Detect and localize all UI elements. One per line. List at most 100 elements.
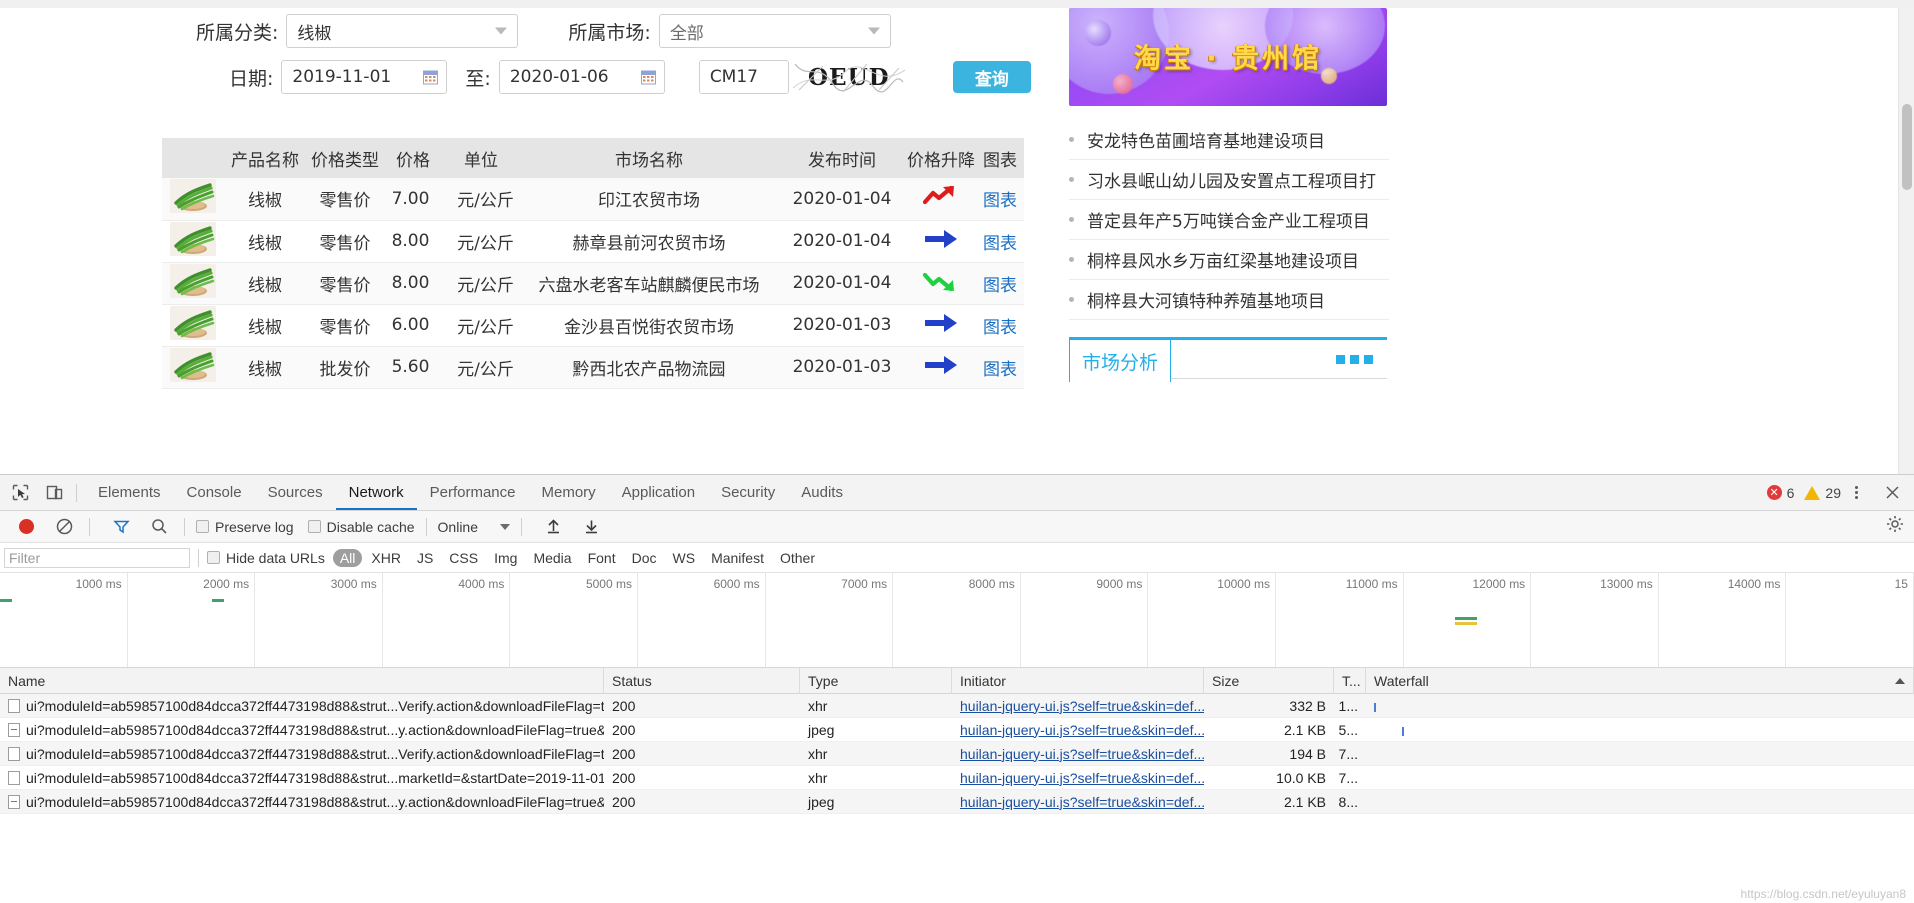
inspect-element-icon[interactable] <box>6 479 34 507</box>
chart-link[interactable]: 图表 <box>983 276 1017 296</box>
devtools-tab-memory[interactable]: Memory <box>529 475 609 510</box>
devtools-tab-network[interactable]: Network <box>336 475 417 510</box>
devtools-tab-elements[interactable]: Elements <box>85 475 174 510</box>
devtools-tab-performance[interactable]: Performance <box>417 475 529 510</box>
disable-cache-checkbox[interactable]: Disable cache <box>307 519 415 535</box>
record-button[interactable] <box>12 513 40 541</box>
news-list-item[interactable]: 普定县年产5万吨镁合金产业工程项目 <box>1069 200 1389 240</box>
chart-link[interactable]: 图表 <box>983 234 1017 254</box>
table-row[interactable]: 线椒 批发价 5.60 元/公斤 黔西北农产品物流园 2020-01-03 图表 <box>162 346 1024 389</box>
request-row[interactable]: ui?moduleId=ab59857100d84dcca372ff447319… <box>0 766 1914 790</box>
devtools-menu-button[interactable] <box>1851 482 1862 503</box>
cell-request-name[interactable]: ui?moduleId=ab59857100d84dcca372ff447319… <box>0 742 604 766</box>
more-button[interactable] <box>1336 340 1387 379</box>
cell-request-name[interactable]: ui?moduleId=ab59857100d84dcca372ff447319… <box>0 718 604 742</box>
price-results-table: 产品名称 价格类型 价格 单位 市场名称 发布时间 价格升降 图表 线椒 零售价 7… <box>162 138 1024 389</box>
header-type[interactable]: Type <box>800 667 952 694</box>
type-filter-js[interactable]: JS <box>410 549 440 567</box>
cell-initiator[interactable]: huilan-jquery-ui.js?self=true&skin=def..… <box>952 694 1204 718</box>
cell-time: 5... <box>1338 721 1358 738</box>
throttling-select[interactable]: Online <box>438 519 510 535</box>
request-row[interactable]: ui?moduleId=ab59857100d84dcca372ff447319… <box>0 742 1914 766</box>
request-row[interactable]: ui?moduleId=ab59857100d84dcca372ff447319… <box>0 694 1914 718</box>
header-size[interactable]: Size <box>1204 667 1334 694</box>
table-row[interactable]: 线椒 零售价 8.00 元/公斤 赫章县前河农贸市场 2020-01-04 图表 <box>162 220 1024 263</box>
news-list-item[interactable]: 桐梓县风水乡万亩红梁基地建设项目 <box>1069 240 1389 280</box>
type-filter-other[interactable]: Other <box>773 549 822 567</box>
network-timeline-overview[interactable]: 1000 ms 2000 ms 3000 ms 4000 ms 5000 ms 6000 … <box>0 573 1914 668</box>
header-status[interactable]: Status <box>604 667 800 694</box>
clear-button[interactable] <box>50 513 78 541</box>
cell-initiator[interactable]: huilan-jquery-ui.js?self=true&skin=def..… <box>952 790 1204 814</box>
captcha-input[interactable]: CM17 <box>698 60 789 94</box>
request-row[interactable]: ui?moduleId=ab59857100d84dcca372ff447319… <box>0 718 1914 742</box>
devtools-tab-console[interactable]: Console <box>174 475 255 510</box>
type-filter-font[interactable]: Font <box>581 549 623 567</box>
cell-initiator[interactable]: huilan-jquery-ui.js?self=true&skin=def..… <box>952 766 1204 790</box>
initiator-link[interactable]: huilan-jquery-ui.js?self=true&skin=def..… <box>960 770 1204 786</box>
chart-link[interactable]: 图表 <box>983 360 1017 380</box>
network-settings-button[interactable] <box>1886 515 1914 538</box>
filter-input[interactable]: Filter <box>4 547 190 568</box>
chart-link[interactable]: 图表 <box>983 318 1017 338</box>
type-filter-xhr[interactable]: XHR <box>364 549 408 567</box>
cell-initiator[interactable]: huilan-jquery-ui.js?self=true&skin=def..… <box>952 718 1204 742</box>
start-date-input[interactable]: 2019-11-01 <box>281 60 448 94</box>
filter-icon[interactable] <box>107 513 135 541</box>
initiator-link[interactable]: huilan-jquery-ui.js?self=true&skin=def..… <box>960 746 1204 762</box>
header-waterfall[interactable]: Waterfall <box>1366 667 1914 694</box>
cell-chart: 图表 <box>976 178 1024 221</box>
type-filter-ws[interactable]: WS <box>666 549 703 567</box>
cell-request-name[interactable]: ui?moduleId=ab59857100d84dcca372ff447319… <box>0 694 604 718</box>
page-scrollbar[interactable] <box>1898 8 1914 474</box>
error-count-badge[interactable]: ✕ 6 <box>1766 485 1794 501</box>
devtools-tab-application[interactable]: Application <box>609 475 708 510</box>
type-filter-media[interactable]: Media <box>526 549 578 567</box>
toggle-device-toolbar-icon[interactable] <box>40 479 68 507</box>
header-name[interactable]: Name <box>0 667 604 694</box>
import-har-button[interactable] <box>539 513 567 541</box>
warning-count-badge[interactable]: 29 <box>1804 485 1841 501</box>
calendar-icon[interactable] <box>640 70 656 85</box>
type-filter-manifest[interactable]: Manifest <box>704 549 771 567</box>
initiator-link[interactable]: huilan-jquery-ui.js?self=true&skin=def..… <box>960 698 1204 714</box>
search-icon[interactable] <box>145 513 173 541</box>
table-row[interactable]: 线椒 零售价 7.00 元/公斤 印江农贸市场 2020-01-04 图表 <box>162 178 1024 221</box>
devtools-tabs: Elements Console Sources Network Performance… <box>85 475 856 510</box>
type-filter-css[interactable]: CSS <box>442 549 485 567</box>
tab-market-analysis[interactable]: 市场分析 <box>1069 340 1171 382</box>
category-select[interactable]: 线椒 <box>286 14 519 48</box>
cell-initiator[interactable]: huilan-jquery-ui.js?self=true&skin=def..… <box>952 742 1204 766</box>
initiator-link[interactable]: huilan-jquery-ui.js?self=true&skin=def..… <box>960 722 1204 738</box>
header-time[interactable]: T... <box>1334 667 1366 694</box>
header-initiator[interactable]: Initiator <box>952 667 1204 694</box>
news-list-item[interactable]: 安龙特色苗圃培育基地建设项目 <box>1069 120 1389 160</box>
table-row[interactable]: 线椒 零售价 6.00 元/公斤 金沙县百悦街农贸市场 2020-01-03 图表 <box>162 304 1024 347</box>
chart-link[interactable]: 图表 <box>983 191 1017 211</box>
scrollbar-thumb[interactable] <box>1902 104 1912 190</box>
taobao-guizhou-banner[interactable]: 淘宝 · 贵州馆 <box>1069 8 1387 106</box>
export-har-button[interactable] <box>577 513 605 541</box>
devtools-tab-sources[interactable]: Sources <box>255 475 336 510</box>
request-row[interactable]: ui?moduleId=ab59857100d84dcca372ff447319… <box>0 790 1914 814</box>
cell-request-name[interactable]: ui?moduleId=ab59857100d84dcca372ff447319… <box>0 790 604 814</box>
close-icon[interactable] <box>1878 479 1906 507</box>
type-filter-img[interactable]: Img <box>487 549 524 567</box>
type-filter-all[interactable]: All <box>332 548 363 567</box>
devtools-tab-audits[interactable]: Audits <box>788 475 856 510</box>
query-button[interactable]: 查询 <box>952 61 1031 93</box>
end-date-input[interactable]: 2020-01-06 <box>498 60 665 94</box>
hide-data-urls-checkbox[interactable]: Hide data URLs <box>207 550 325 566</box>
table-row[interactable]: 线椒 零售价 8.00 元/公斤 六盘水老客车站麒麟便民市场 2020-01-04 图表 <box>162 262 1024 305</box>
calendar-icon[interactable] <box>423 70 439 85</box>
news-list-item[interactable]: 桐梓县大河镇特种养殖基地项目 <box>1069 280 1389 320</box>
type-filter-doc[interactable]: Doc <box>625 549 664 567</box>
market-select[interactable]: 全部 <box>658 14 891 48</box>
cell-request-name[interactable]: ui?moduleId=ab59857100d84dcca372ff447319… <box>0 766 604 790</box>
timeline-tick: 14000 ms <box>1659 573 1787 667</box>
initiator-link[interactable]: huilan-jquery-ui.js?self=true&skin=def..… <box>960 794 1204 810</box>
news-list-item[interactable]: 习水县岷山幼儿园及安置点工程项目打 <box>1069 160 1389 200</box>
preserve-log-checkbox[interactable]: Preserve log <box>196 519 294 535</box>
captcha-image[interactable]: OEUD <box>792 60 905 94</box>
devtools-tab-security[interactable]: Security <box>708 475 788 510</box>
